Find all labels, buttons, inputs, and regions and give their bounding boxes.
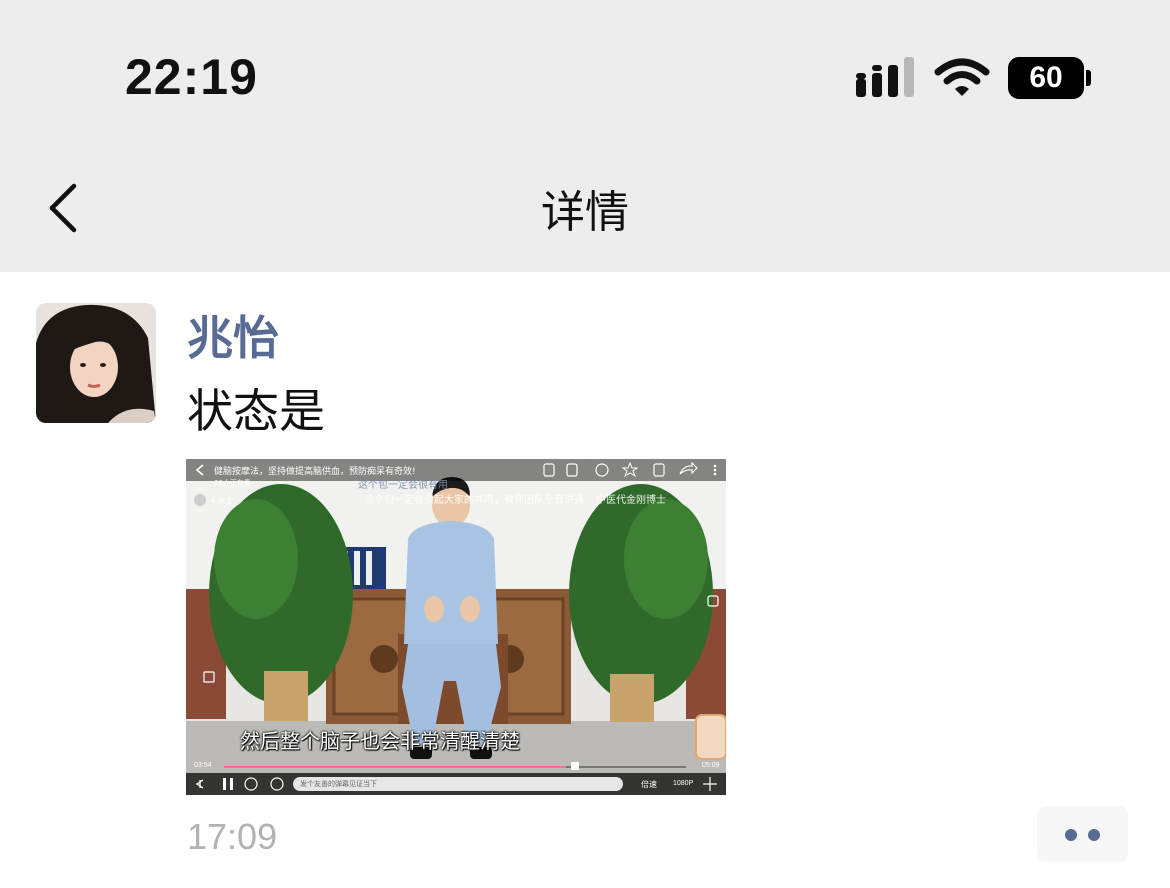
- time-current: 03:54: [194, 762, 212, 769]
- moment-detail: 兆怡 状态是 健脑按摩法，坚持做提高脑供血，预防痴呆有奇效! 36人正在看 + …: [0, 272, 1170, 888]
- status-time: 22:19: [125, 49, 258, 105]
- time-total: 05:09: [702, 762, 720, 769]
- overlay-line-1: 这个包一定会很有用: [358, 480, 448, 491]
- cellular-signal-icon: [856, 57, 914, 97]
- battery-level: 60: [1029, 61, 1063, 94]
- video-subtitle: 然后整个脑子也会非常清醒清楚: [240, 729, 520, 753]
- nav-bar: 详情: [0, 150, 1170, 272]
- video-viewers: 36人正在看: [214, 479, 251, 487]
- speed-button[interactable]: 倍速: [641, 779, 657, 790]
- battery-icon: 60: [1008, 57, 1092, 99]
- post-text: 状态是: [187, 384, 325, 438]
- page-title: 详情: [541, 187, 629, 238]
- overlay-line-2: 这个包一定会引起大家的共鸣，教师团队全面讲通: [364, 495, 584, 506]
- follow-button[interactable]: + 关注: [210, 496, 232, 506]
- avatar-image: [36, 303, 156, 423]
- status-bar: 22:19 60: [0, 0, 1170, 150]
- danmaku-input[interactable]: 发个友善的弹幕见证当下: [300, 779, 377, 789]
- quality-button[interactable]: 1080P: [673, 780, 693, 787]
- avatar[interactable]: [36, 303, 156, 423]
- author-name[interactable]: 兆怡: [187, 302, 279, 368]
- overlay-author: 中医代金刚博士: [596, 495, 666, 506]
- more-actions-button[interactable]: [1037, 806, 1128, 862]
- wifi-icon: [934, 58, 990, 96]
- video-thumbnail[interactable]: 健脑按摩法，坚持做提高脑供血，预防痴呆有奇效! 36人正在看 + 关注 这个包一…: [186, 459, 726, 795]
- post-time: 17:09: [187, 816, 278, 857]
